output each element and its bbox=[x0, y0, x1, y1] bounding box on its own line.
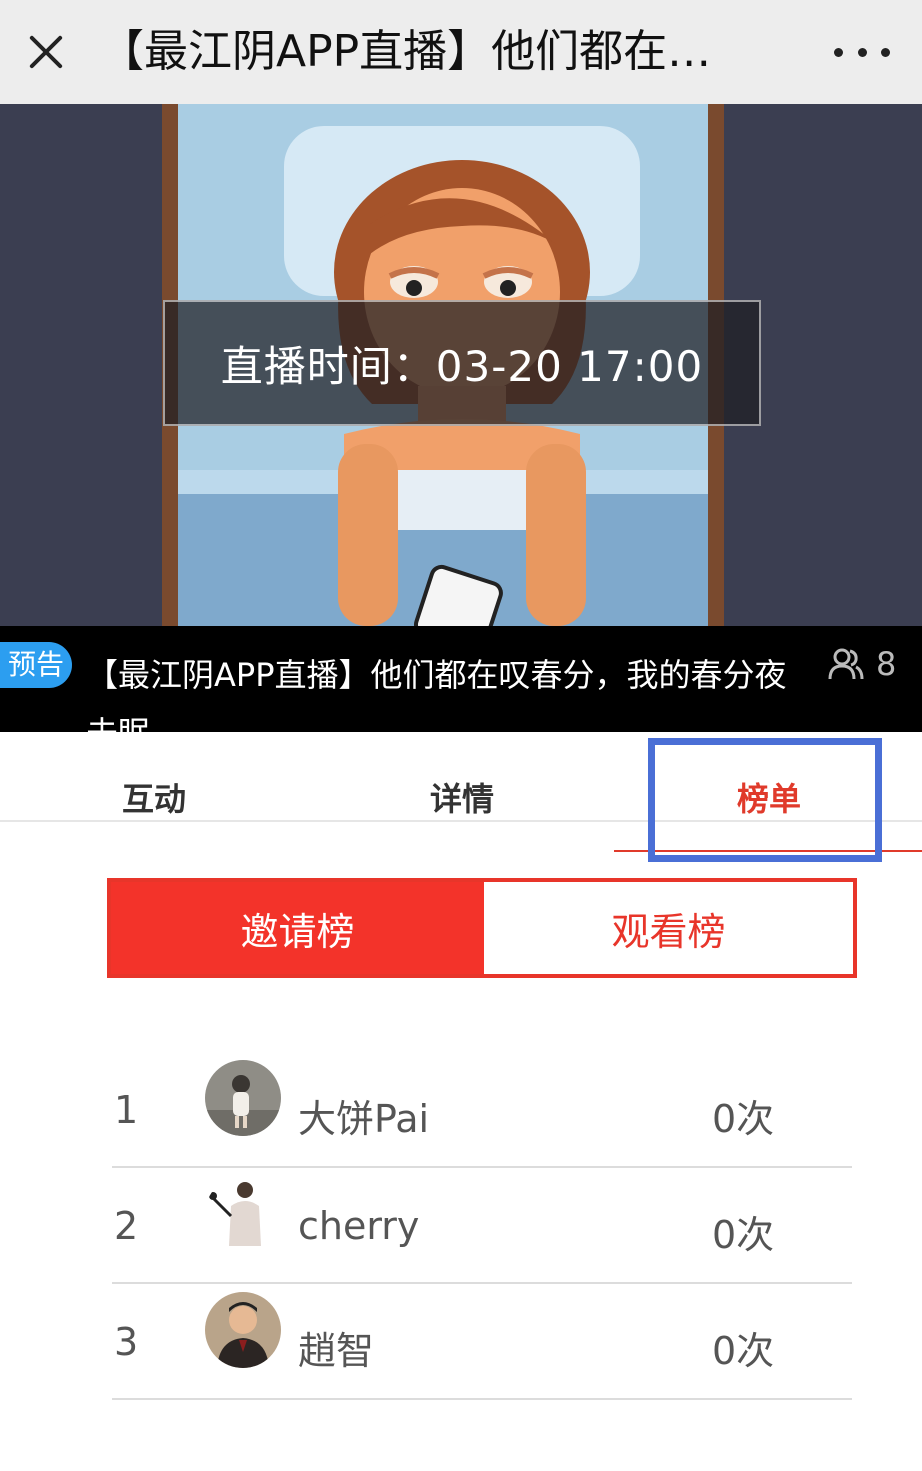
ranking-row[interactable]: 3 趙智 0次 bbox=[112, 1284, 852, 1400]
preview-badge: 预告 bbox=[0, 642, 72, 688]
avatar bbox=[205, 1292, 281, 1368]
rank-number: 2 bbox=[114, 1204, 139, 1248]
avatar bbox=[205, 1060, 281, 1136]
rank-count: 0次 bbox=[712, 1329, 775, 1373]
more-dot bbox=[881, 47, 890, 57]
ranking-type-toggle: 邀请榜 观看榜 bbox=[107, 878, 857, 978]
rank-count: 0次 bbox=[712, 1097, 775, 1141]
live-time-overlay: 直播时间：03-20 17:00 bbox=[163, 300, 761, 426]
ranking-tab-highlight bbox=[648, 738, 882, 862]
more-dot bbox=[834, 47, 843, 57]
close-icon[interactable] bbox=[22, 28, 70, 76]
viewer-count: 8 bbox=[828, 644, 896, 684]
ranking-list: 1 大饼Pai 0次 2 cherry 0次 3 趙智 0次 bbox=[112, 1052, 852, 1400]
rank-user-name: cherry bbox=[298, 1204, 420, 1248]
avatar-image bbox=[205, 1176, 281, 1252]
rank-user-name: 大饼Pai bbox=[298, 1097, 430, 1141]
watch-ranking-button[interactable]: 观看榜 bbox=[484, 882, 853, 974]
rank-number: 1 bbox=[114, 1088, 139, 1132]
more-dot bbox=[857, 47, 867, 57]
rank-user-name: 趙智 bbox=[298, 1329, 375, 1373]
rank-number: 3 bbox=[114, 1320, 139, 1364]
tab-interact[interactable]: 互动 bbox=[54, 774, 254, 820]
live-time-text: 直播时间：03-20 17:00 bbox=[220, 341, 704, 391]
top-nav-bar: 【最江阴APP直播】他们都在… bbox=[0, 0, 922, 104]
page-title: 【最江阴APP直播】他们都在… bbox=[100, 26, 712, 77]
viewer-count-number: 8 bbox=[876, 645, 897, 683]
invite-ranking-button[interactable]: 邀请榜 bbox=[111, 882, 484, 974]
live-cover[interactable]: 直播时间：03-20 17:00 bbox=[0, 104, 922, 626]
avatar-image bbox=[205, 1292, 281, 1368]
more-icon[interactable] bbox=[834, 28, 890, 76]
ranking-row[interactable]: 1 大饼Pai 0次 bbox=[112, 1052, 852, 1168]
people-icon bbox=[828, 648, 864, 680]
tab-detail[interactable]: 详情 bbox=[362, 774, 562, 820]
live-info-bar: 预告 【最江阴APP直播】他们都在叹春分，我的春分夜未眠…… 8 bbox=[0, 626, 922, 732]
avatar bbox=[205, 1176, 281, 1252]
rank-count: 0次 bbox=[712, 1213, 775, 1257]
live-title: 【最江阴APP直播】他们都在叹春分，我的春分夜未眠…… bbox=[86, 656, 787, 732]
ranking-row[interactable]: 2 cherry 0次 bbox=[112, 1168, 852, 1284]
avatar-image bbox=[205, 1060, 281, 1136]
